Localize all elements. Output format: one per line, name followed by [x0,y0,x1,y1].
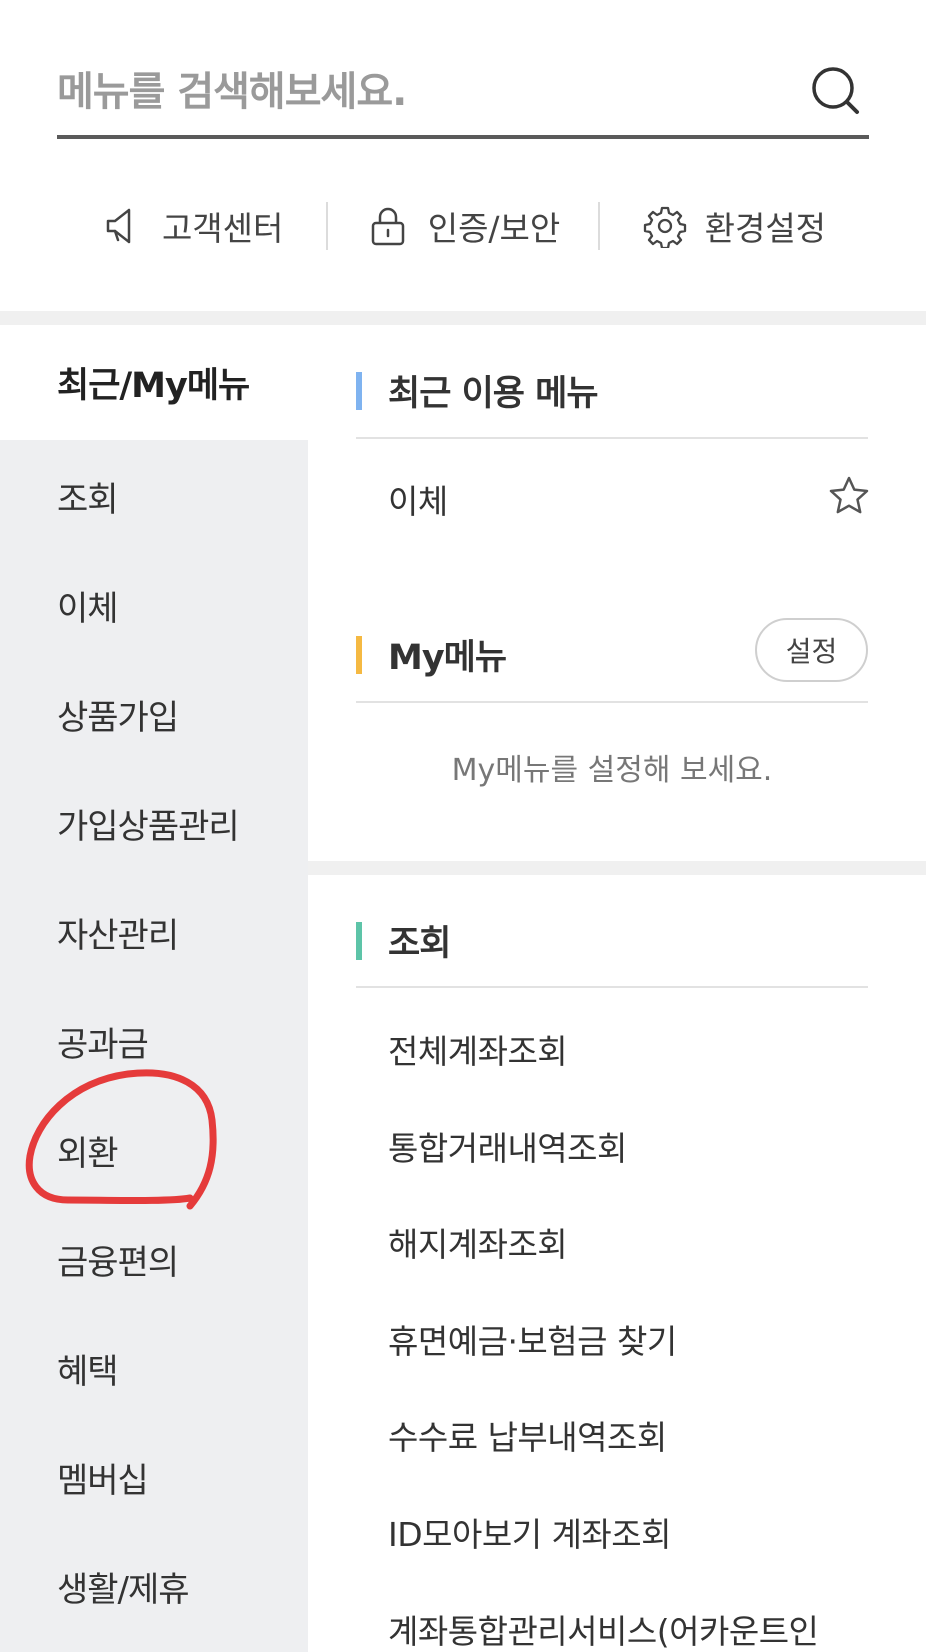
sidebar-item-foreign-exchange[interactable]: 외환 [57,1126,119,1175]
my-menu-settings-button[interactable]: 설정 [755,618,868,682]
auth-security-link[interactable]: 인증/보안 [328,190,597,262]
recent-menu-heading: 최근 이용 메뉴 [356,365,599,416]
my-menu-title: My메뉴 [388,638,507,678]
divider [356,437,868,439]
sidebar-item-inquiry[interactable]: 조회 [57,472,119,521]
menu-link-dormant-deposits[interactable]: 휴면예금·보험금 찾기 [388,1315,677,1363]
sidebar-item-asset-management[interactable]: 자산관리 [57,908,179,957]
menu-content: 최근 이용 메뉴 이체 My메뉴 설정 My메뉴를 설정해 보세요. 조회 전체… [308,325,926,1652]
menu-link-fee-history[interactable]: 수수료 납부내역조회 [388,1411,667,1459]
customer-center-link[interactable]: 고객센터 [57,190,326,262]
sidebar-item-financial-convenience[interactable]: 금융편의 [57,1235,179,1284]
sidebar-header-label: 최근/My메뉴 [57,366,250,406]
sidebar-item-utility-bills[interactable]: 공과금 [57,1017,149,1066]
recent-item-transfer[interactable]: 이체 [388,475,448,523]
accent-bar [356,371,362,410]
menu-link-account-info[interactable]: 계좌통합관리서비스(어카운트인 [388,1605,819,1652]
auth-security-label: 인증/보안 [427,209,561,248]
search-bar [57,52,869,139]
my-menu-empty-message: My메뉴를 설정해 보세요. [451,753,773,788]
section-divider [0,311,926,325]
menu-link-id-accounts[interactable]: ID모아보기 계좌조회 [388,1508,672,1556]
settings-label: 환경설정 [704,209,827,248]
sidebar-item-product-management[interactable]: 가입상품관리 [57,799,240,848]
gear-icon [643,206,686,248]
lock-icon [371,207,404,246]
quick-links: 고객센터 인증/보안 환경설정 [57,190,869,262]
recent-menu-title: 최근 이용 메뉴 [388,374,599,414]
my-menu-heading: My메뉴 [356,629,507,680]
star-icon[interactable] [828,475,870,517]
sidebar-item-transfer[interactable]: 이체 [57,581,119,630]
sidebar-item-product-signup[interactable]: 상품가입 [57,690,179,739]
search-input[interactable] [57,62,777,122]
menu-link-all-accounts[interactable]: 전체계좌조회 [388,1025,568,1073]
divider [356,986,868,988]
settings-link[interactable]: 환경설정 [600,190,869,262]
accent-bar [356,921,362,960]
search-icon[interactable] [811,66,861,116]
customer-center-label: 고객센터 [161,209,284,248]
menu-link-closed-accounts[interactable]: 해지계좌조회 [388,1218,568,1266]
accent-bar [356,635,362,674]
category-sidebar: 최근/My메뉴 조회 이체 상품가입 가입상품관리 자산관리 공과금 외환 금융… [0,325,308,1652]
sidebar-item-lifestyle[interactable]: 생활/제휴 [57,1562,190,1611]
megaphone-icon [106,208,131,244]
sidebar-item-membership[interactable]: 멤버십 [57,1453,149,1502]
sidebar-item-benefits[interactable]: 혜택 [57,1344,119,1393]
inquiry-heading: 조회 [356,915,451,966]
sidebar-item-recent-my[interactable]: 최근/My메뉴 [0,325,308,440]
menu-link-transaction-history[interactable]: 통합거래내역조회 [388,1122,627,1170]
section-divider [308,861,926,875]
divider [356,701,868,703]
inquiry-title: 조회 [388,924,451,964]
